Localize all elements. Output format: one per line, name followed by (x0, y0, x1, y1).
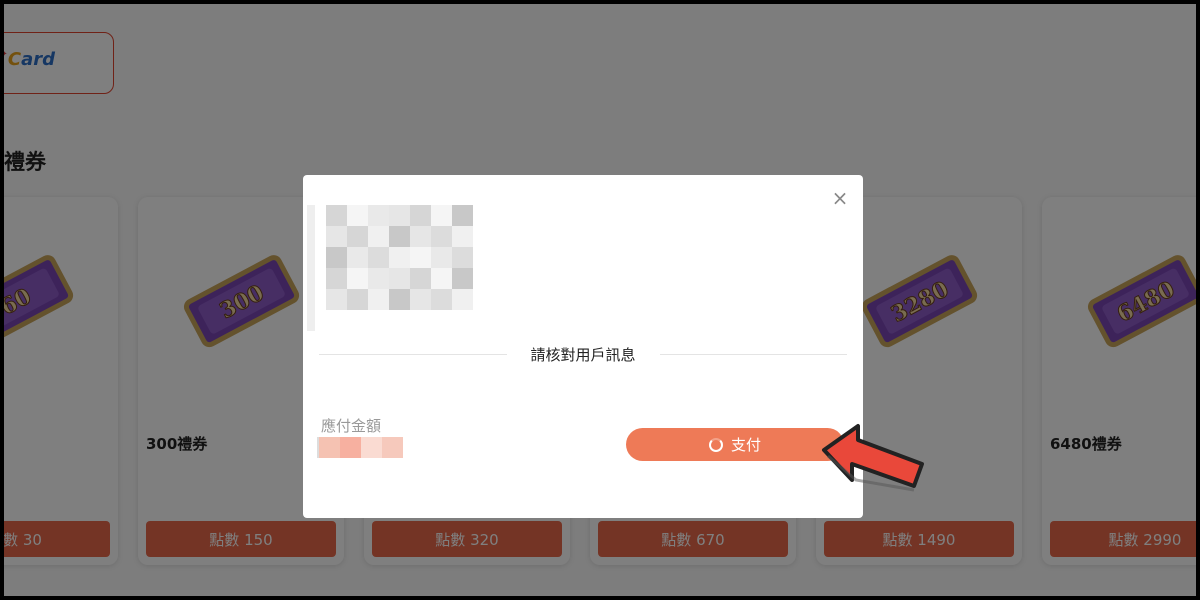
redaction-pixel (326, 247, 347, 268)
redaction-pixel (347, 205, 368, 226)
redaction-pixel (452, 268, 473, 289)
pay-button-label: 支付 (730, 436, 761, 454)
redaction-pixel (326, 268, 347, 289)
redaction-pixel (410, 205, 431, 226)
pay-button[interactable]: 支付 (626, 428, 844, 461)
divider-line-left (319, 353, 507, 355)
redaction-pixel (452, 289, 473, 310)
redaction-pixel (410, 247, 431, 268)
redaction-pixel (431, 268, 452, 289)
redaction-pixel (347, 226, 368, 247)
redaction-pixel (368, 289, 389, 310)
pointer-arrow-icon (822, 424, 924, 492)
redaction-pixel (452, 226, 473, 247)
redaction-pixel (326, 289, 347, 310)
redaction-pixel (382, 437, 403, 458)
loading-spinner-icon (708, 437, 723, 452)
close-icon[interactable]: × (831, 188, 849, 208)
redaction-pixel (431, 205, 452, 226)
page-frame: ✦Card 禮券 60點數 30300300禮券點數 150點數 320點數 6… (0, 0, 1200, 600)
redaction-pixel (431, 289, 452, 310)
amount-due-label: 應付金額 (321, 417, 382, 435)
redaction-pixel (368, 268, 389, 289)
redaction-pixel (389, 289, 410, 310)
redaction-pixel (452, 205, 473, 226)
redaction-pixel (410, 268, 431, 289)
redaction-pixel (389, 247, 410, 268)
redaction-pixel (368, 205, 389, 226)
redaction-pixel (389, 226, 410, 247)
redaction-pixel (431, 247, 452, 268)
redaction-pixel (361, 437, 382, 458)
redaction-pixel (431, 226, 452, 247)
redaction-pixel (326, 205, 347, 226)
redaction-pixel (389, 205, 410, 226)
redaction-pixel (368, 226, 389, 247)
payment-modal: × 請核對用戶訊息 應付金額 支付 (303, 175, 863, 518)
redaction-pixel (410, 226, 431, 247)
redaction-pixel (410, 289, 431, 310)
redaction-pixel (347, 247, 368, 268)
redaction-pixel (347, 289, 368, 310)
verify-divider: 請核對用戶訊息 (319, 343, 848, 365)
amount-due-redacted (317, 437, 403, 458)
verify-user-info-label: 請核對用戶訊息 (530, 345, 636, 364)
redaction-pixel (452, 247, 473, 268)
divider-line-right (659, 353, 848, 355)
redaction-pixel (319, 437, 340, 458)
redaction-pixel (326, 226, 347, 247)
redaction-pixel (340, 437, 361, 458)
user-info-redacted (307, 205, 473, 331)
redaction-pixel (368, 247, 389, 268)
redaction-pixel (389, 268, 410, 289)
redaction-pixel (347, 268, 368, 289)
